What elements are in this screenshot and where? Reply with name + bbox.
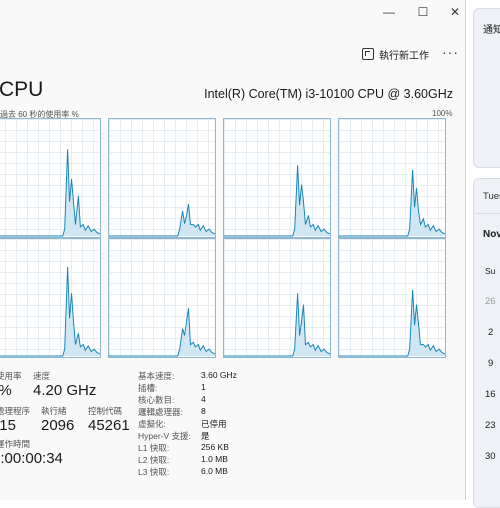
calendar-weekday: Su	[485, 266, 496, 276]
notifications-title: 通知	[483, 25, 500, 36]
utilization-value: 9%	[0, 382, 12, 399]
info-label: L1 快取:	[138, 443, 170, 453]
title-bar: — ☐ ✕	[0, 0, 465, 26]
info-label: 基本速度:	[138, 371, 175, 381]
cpu-core-graph	[223, 118, 331, 238]
usage-area	[109, 204, 215, 237]
cpu-core-graph	[338, 238, 446, 358]
info-label: L2 快取:	[138, 455, 170, 465]
cpu-core-graph	[108, 238, 216, 358]
calendar-panel: Tues Nov Su 26 2 9 16 23 30	[473, 178, 500, 508]
threads-value: 2096	[41, 417, 75, 434]
calendar-date[interactable]: 9	[488, 358, 493, 369]
handles-value: 45261	[88, 417, 130, 434]
speed-label: 速度	[33, 371, 51, 381]
run-task-icon	[362, 48, 374, 60]
task-manager-window: — ☐ ✕ 執行新工作 ··· CPU Intel(R) Core(TM) i3…	[0, 0, 466, 500]
info-value: 256 KB	[201, 442, 229, 452]
calendar-month[interactable]: Nov	[483, 229, 500, 240]
cpu-model-name: Intel(R) Core(TM) i3-10100 CPU @ 3.60GHz	[204, 87, 453, 101]
info-value: 8	[201, 406, 206, 416]
info-label: 邏輯處理器:	[138, 407, 183, 417]
calendar-date[interactable]: 2	[488, 327, 493, 338]
usage-line	[224, 293, 330, 357]
calendar-date[interactable]: 16	[485, 389, 496, 400]
processes-value: 115	[0, 417, 16, 434]
close-icon[interactable]: ✕	[444, 4, 465, 20]
cpu-core-graph	[0, 238, 101, 358]
usage-line	[0, 149, 100, 237]
usage-line	[339, 169, 445, 237]
processes-label: 處理程序	[0, 406, 31, 416]
graph-max-label: 100%	[432, 109, 453, 118]
info-label: 插槽:	[138, 383, 158, 393]
cpu-core-graph	[108, 118, 216, 238]
info-label: 虛擬化:	[138, 419, 166, 429]
usage-line	[339, 289, 445, 357]
info-value: 3.60 GHz	[201, 370, 237, 380]
notifications-panel[interactable]: 通知	[473, 8, 500, 168]
cpu-core-graph	[0, 118, 101, 238]
run-new-task-button[interactable]: 執行新工作	[362, 46, 429, 62]
info-value: 1	[201, 382, 206, 392]
speed-value: 4.20 GHz	[33, 382, 97, 399]
calendar-day-header: Tues	[483, 191, 500, 202]
calendar-date[interactable]: 26	[485, 296, 496, 307]
usage-area	[0, 149, 100, 237]
usage-area	[0, 267, 100, 357]
uptime-label: 運作時間	[0, 439, 31, 449]
info-value: 1.0 MB	[201, 454, 228, 464]
usage-line	[0, 267, 100, 357]
usage-area	[109, 308, 215, 357]
info-label: 核心數目:	[138, 395, 175, 405]
info-value: 6.0 MB	[201, 466, 228, 476]
info-label: L3 快取:	[138, 467, 170, 477]
maximize-icon[interactable]: ☐	[412, 4, 434, 20]
cpu-core-graph	[338, 118, 446, 238]
cpu-core-graph	[223, 238, 331, 358]
divider	[474, 213, 500, 214]
info-value: 是	[201, 431, 210, 441]
command-bar: 執行新工作 ···	[0, 40, 465, 68]
more-options-icon[interactable]: ···	[442, 44, 459, 60]
info-label: Hyper-V 支援:	[138, 431, 191, 441]
usage-line	[224, 165, 330, 237]
utilization-label: 使用率	[0, 371, 22, 381]
minimize-icon[interactable]: —	[378, 4, 400, 20]
handles-label: 控制代碼	[88, 406, 123, 416]
uptime-value: 0:00:00:34	[0, 450, 63, 467]
info-value: 已停用	[201, 419, 227, 429]
page-title: CPU	[0, 78, 44, 101]
run-new-task-label: 執行新工作	[379, 50, 429, 62]
threads-label: 執行緒	[41, 406, 67, 416]
calendar-date[interactable]: 23	[485, 420, 496, 431]
calendar-date[interactable]: 30	[485, 451, 496, 462]
info-value: 4	[201, 394, 206, 404]
